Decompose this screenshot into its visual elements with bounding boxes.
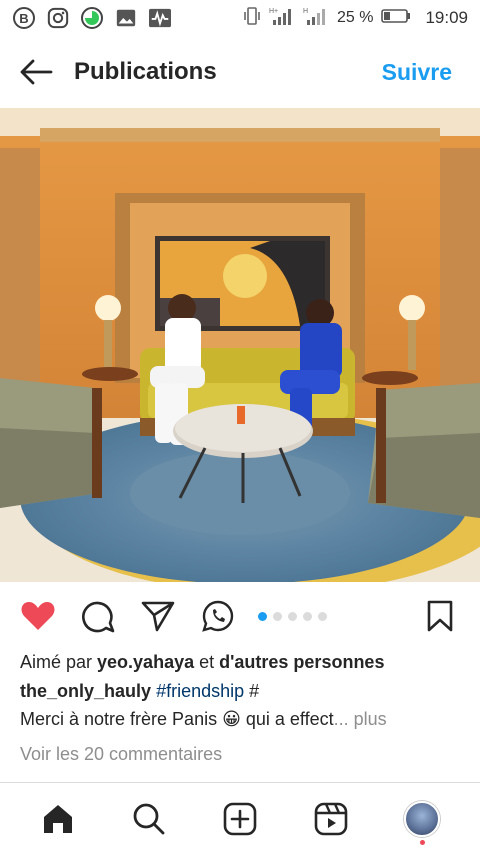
liked-by-user[interactable]: yeo.yahaya xyxy=(97,652,194,672)
hotel-lounge-photo xyxy=(0,108,480,582)
more-link[interactable]: plus xyxy=(354,709,387,729)
caption-line-2: Merci à notre frère Panis 😀 qui a effect… xyxy=(20,709,387,730)
back-arrow-icon xyxy=(20,59,53,85)
instagram-icon xyxy=(46,6,70,30)
caption-text: Merci à notre frère Panis 😀 qui a effect xyxy=(20,709,334,729)
carousel-dot xyxy=(303,612,312,621)
carousel-dot xyxy=(273,612,282,621)
whatsapp-icon xyxy=(202,600,234,632)
caption-ellipsis: ... xyxy=(333,709,354,729)
nav-new-post[interactable] xyxy=(216,795,264,843)
carousel-indicator xyxy=(258,612,327,621)
notification-dot xyxy=(419,839,425,845)
nav-search[interactable] xyxy=(125,795,173,843)
share-button[interactable] xyxy=(140,598,176,634)
save-button[interactable] xyxy=(422,598,458,634)
b-app-icon: B xyxy=(12,6,36,30)
share-send-icon xyxy=(141,601,175,632)
svg-text:H+: H+ xyxy=(269,8,278,15)
follow-button[interactable]: Suivre xyxy=(382,59,452,86)
battery-icon xyxy=(381,8,411,29)
carousel-dot xyxy=(318,612,327,621)
add-post-icon xyxy=(223,802,257,835)
bookmark-icon xyxy=(427,600,453,632)
nav-profile[interactable] xyxy=(398,795,446,845)
nav-home[interactable] xyxy=(34,795,82,843)
caption-rest: # xyxy=(244,681,260,701)
profile-avatar xyxy=(404,800,441,837)
heart-filled-icon xyxy=(21,602,55,630)
comment-button[interactable] xyxy=(80,598,116,634)
carousel-dot xyxy=(258,612,267,621)
svg-text:B: B xyxy=(19,11,28,26)
likes-line: Aimé par yeo.yahaya et d'autres personne… xyxy=(20,652,384,673)
likes-others[interactable]: d'autres personnes xyxy=(219,652,384,672)
signal-icon-2: H xyxy=(303,6,329,31)
back-button[interactable] xyxy=(0,36,72,108)
page-title: Publications xyxy=(74,58,217,85)
like-button[interactable] xyxy=(20,598,56,634)
post-action-row xyxy=(0,590,480,642)
caption-line-1: the_only_hauly #friendship # xyxy=(20,681,259,702)
carousel-dot xyxy=(288,612,297,621)
status-bar: B H+ H 25 % 19:09 xyxy=(0,0,480,36)
image-icon xyxy=(114,6,138,30)
bottom-nav xyxy=(0,783,480,854)
post-photo[interactable] xyxy=(0,108,480,582)
home-icon xyxy=(43,804,72,833)
view-comments-link[interactable]: Voir les 20 commentaires xyxy=(20,744,222,765)
hashtag-link[interactable]: #friendship xyxy=(156,681,244,701)
likes-middle: et xyxy=(194,652,220,672)
battery-percent: 25 % xyxy=(336,9,374,26)
whatsapp-share-button[interactable] xyxy=(200,598,236,634)
caption-username[interactable]: the_only_hauly xyxy=(20,681,151,701)
likes-prefix: Aimé par xyxy=(20,652,98,672)
green-circle-icon xyxy=(80,6,104,30)
search-icon xyxy=(133,803,165,834)
svg-text:H: H xyxy=(303,8,308,15)
nav-reels[interactable] xyxy=(307,795,355,843)
clock: 19:09 xyxy=(425,8,468,27)
comment-icon xyxy=(82,601,115,633)
app-header: Publications Suivre xyxy=(0,36,480,108)
signal-icon-1: H+ xyxy=(269,6,295,31)
activity-icon xyxy=(148,6,172,30)
reels-icon xyxy=(314,802,348,835)
vibrate-icon xyxy=(243,6,261,31)
